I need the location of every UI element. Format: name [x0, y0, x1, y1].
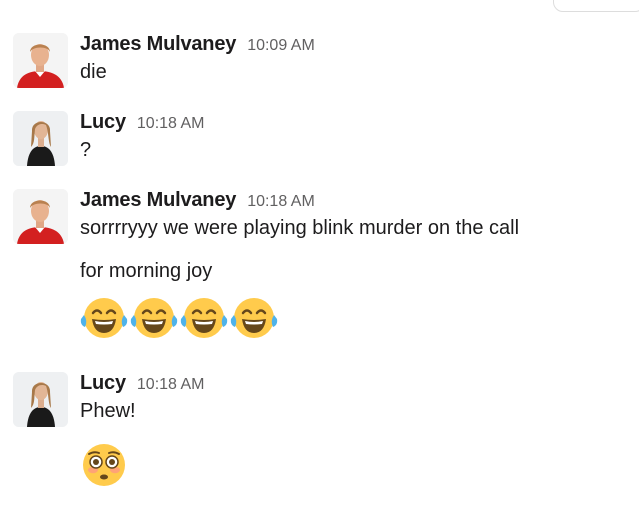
- avatar[interactable]: [13, 372, 68, 427]
- timestamp[interactable]: 10:09 AM: [247, 37, 315, 55]
- face-with-tears-of-joy-icon: [230, 298, 278, 338]
- flushed-face-icon: [83, 444, 125, 486]
- message-text: die: [80, 61, 107, 83]
- james-avatar-icon: [13, 189, 68, 244]
- message-pane: James Mulvaney 10:09 AM die Lucy 10:18 A…: [0, 0, 639, 505]
- lucy-avatar-icon: [13, 111, 68, 166]
- timestamp[interactable]: 10:18 AM: [247, 193, 315, 211]
- emoji-row: [80, 294, 623, 342]
- face-with-tears-of-joy-icon: [80, 298, 128, 338]
- sender-name[interactable]: James Mulvaney: [80, 33, 236, 56]
- avatar[interactable]: [13, 33, 68, 88]
- face-with-tears-of-joy-icon: [130, 298, 178, 338]
- message-text: for morning joy: [80, 260, 213, 282]
- emoji-row: [80, 441, 623, 489]
- message-text: sorrrryyy we were playing blink murder o…: [80, 217, 520, 239]
- face-with-tears-of-joy-icon: [180, 298, 228, 338]
- sender-name[interactable]: James Mulvaney: [80, 189, 236, 212]
- avatar[interactable]: [13, 111, 68, 166]
- timestamp[interactable]: 10:18 AM: [137, 376, 205, 394]
- james-avatar-icon: [13, 33, 68, 88]
- top-right-panel-edge: [553, 0, 639, 12]
- sender-name[interactable]: Lucy: [80, 111, 126, 134]
- timestamp[interactable]: 10:18 AM: [137, 115, 205, 133]
- message-text: Phew!: [80, 400, 136, 422]
- avatar[interactable]: [13, 189, 68, 244]
- lucy-avatar-icon: [13, 372, 68, 427]
- sender-name[interactable]: Lucy: [80, 372, 126, 395]
- message-text: ?: [80, 139, 92, 161]
